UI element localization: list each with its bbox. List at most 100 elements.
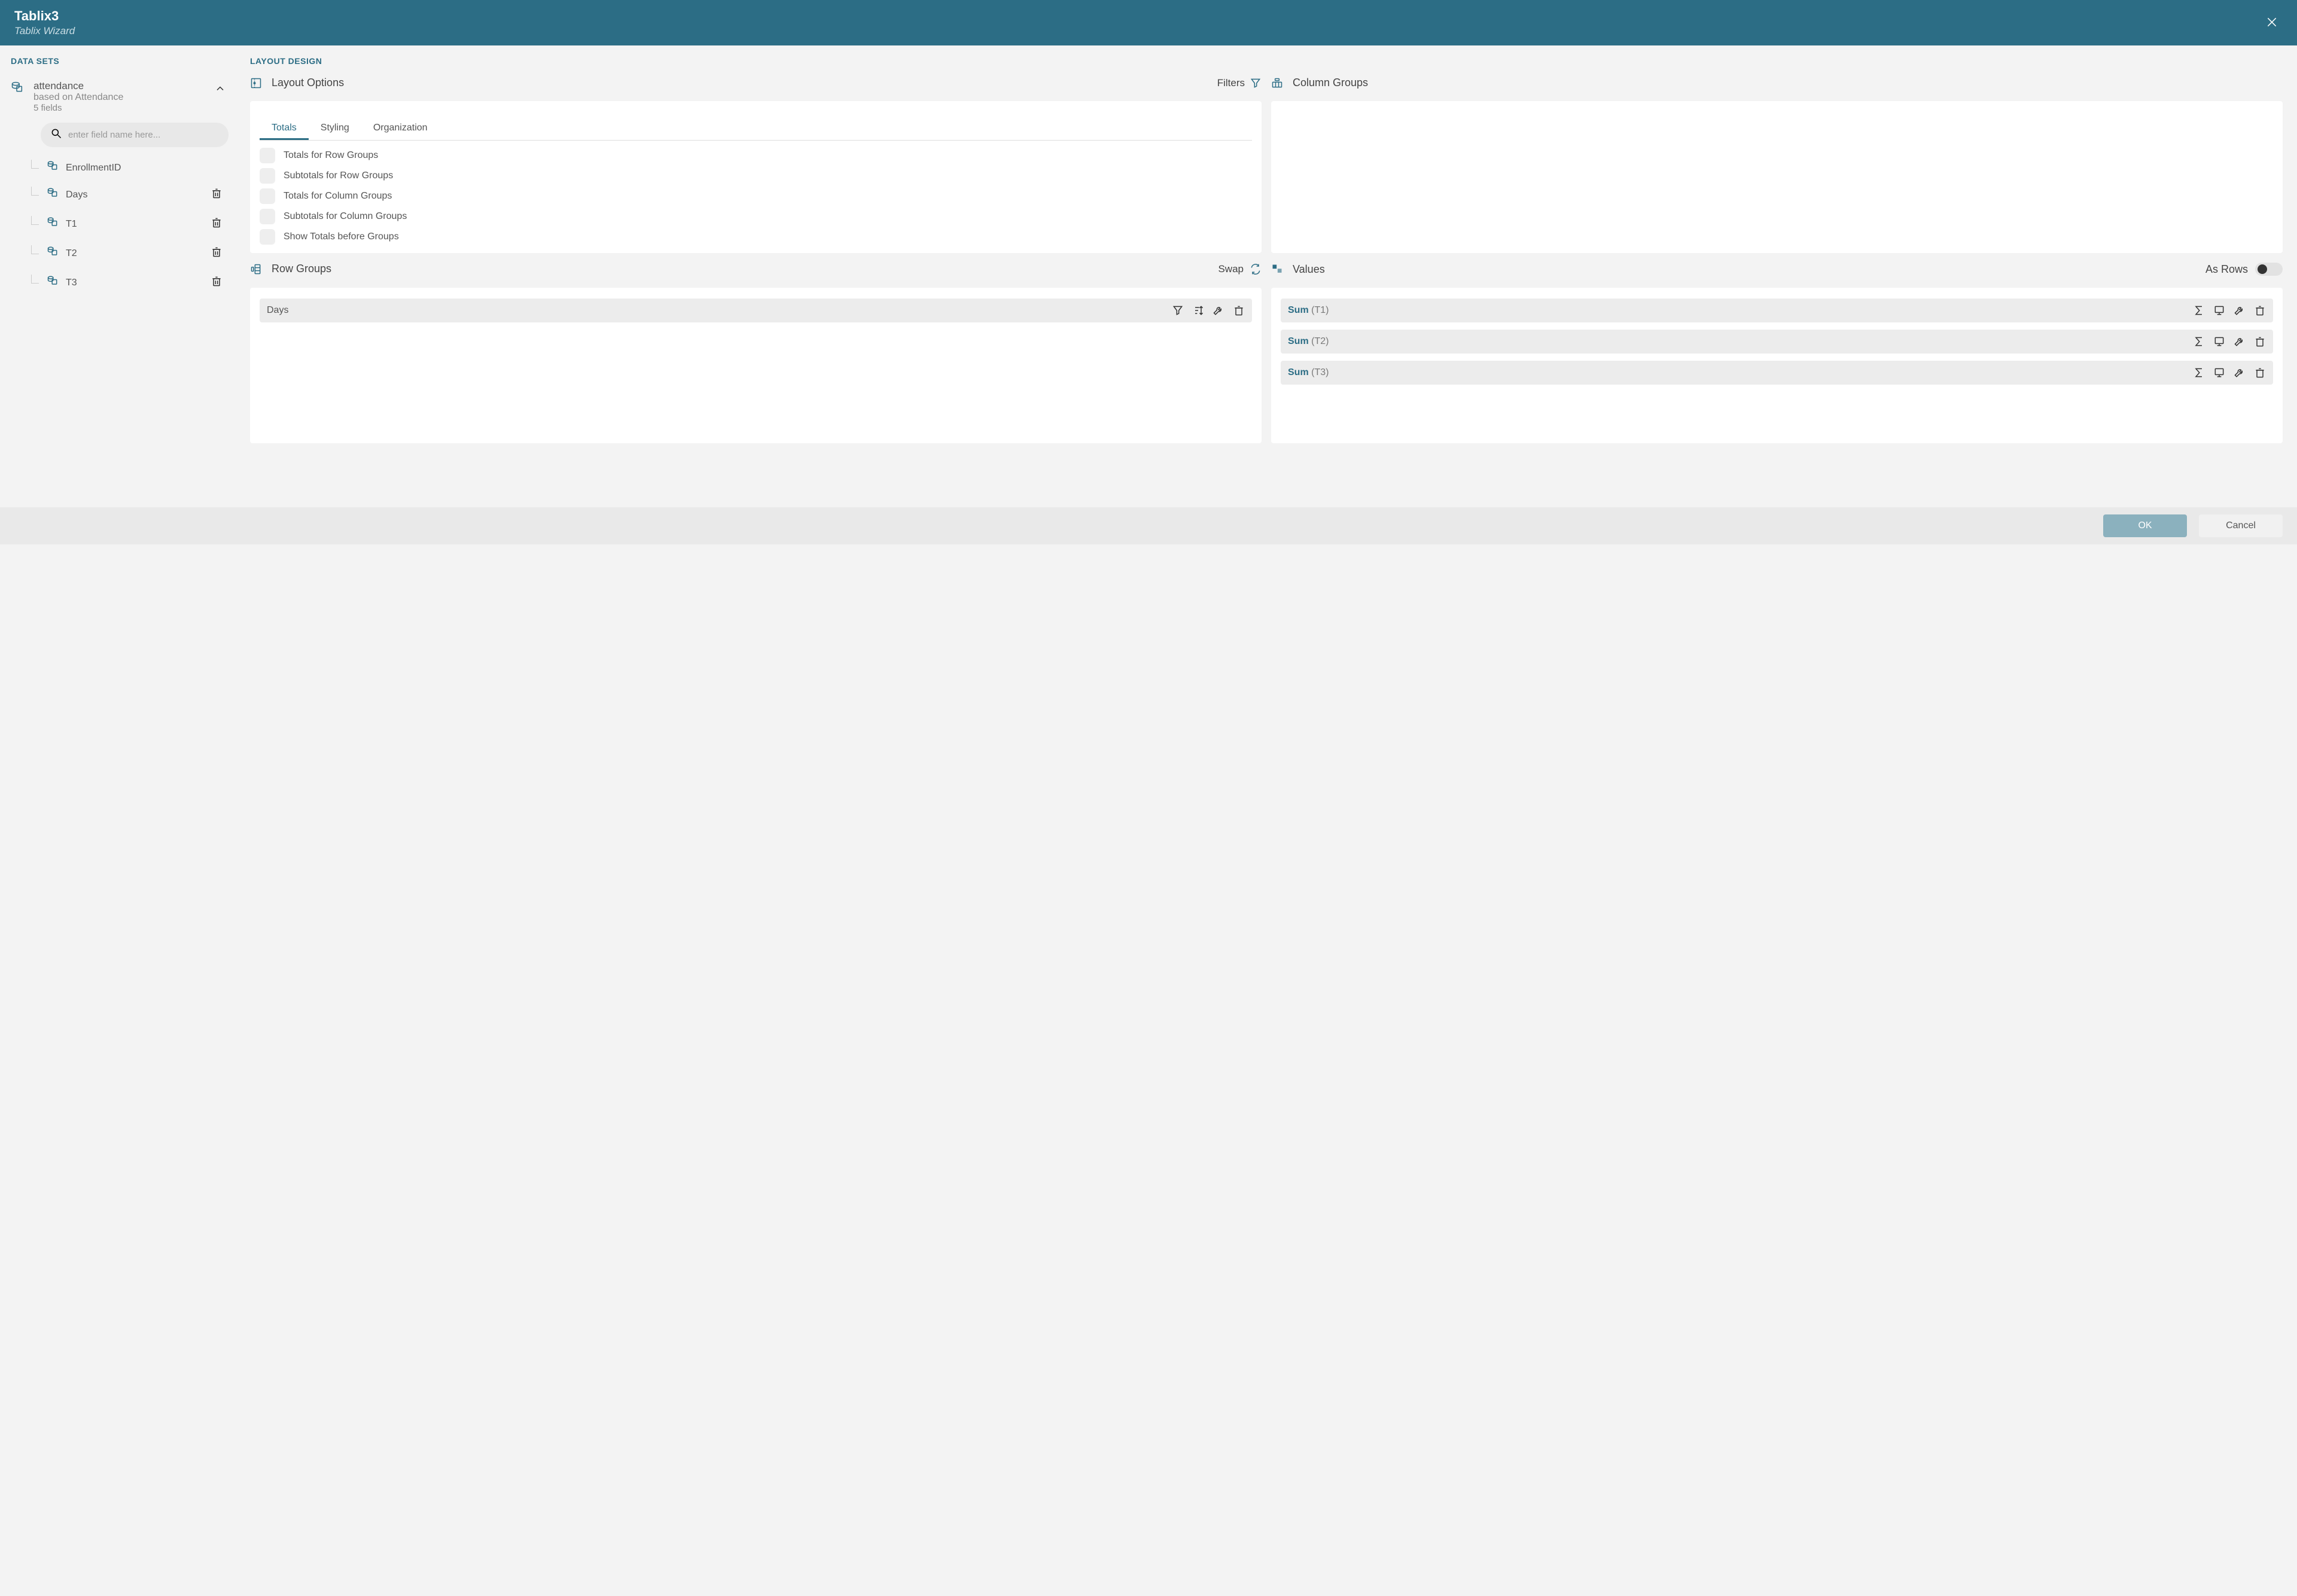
trash-icon[interactable] (2254, 304, 2266, 316)
layout-design-area: LAYOUT DESIGN Layout Options Filters (239, 45, 2297, 507)
presentation-icon[interactable] (2213, 367, 2225, 379)
field-icon (47, 160, 60, 175)
field-icon (47, 246, 60, 261)
as-rows-toggle[interactable] (2255, 263, 2283, 276)
field-item[interactable]: EnrollmentID (11, 156, 229, 180)
tab-organization[interactable]: Organization (361, 118, 440, 140)
check-subtotals-column-groups[interactable]: Subtotals for Column Groups (260, 209, 1252, 224)
dataset-field-count: 5 fields (33, 103, 123, 113)
field-label: T3 (66, 278, 77, 288)
close-icon[interactable] (2261, 11, 2283, 35)
presentation-icon[interactable] (2213, 336, 2225, 348)
checkbox[interactable] (260, 188, 275, 204)
field-item[interactable]: Days (11, 180, 229, 209)
value-item[interactable]: Sum (T1) (1281, 299, 2273, 322)
value-label: Sum (T2) (1288, 336, 2185, 347)
dialog-title: Tablix3 (14, 8, 75, 24)
wrench-icon[interactable] (2234, 367, 2246, 379)
datasets-title: DATA SETS (11, 56, 229, 66)
main-area: DATA SETS attendance based on Attendance… (0, 45, 2297, 507)
field-icon (47, 187, 60, 202)
header-titles: Tablix3 Tablix Wizard (14, 8, 75, 37)
dialog-footer: OK Cancel (0, 507, 2297, 544)
row-groups-panel[interactable]: Days (250, 288, 1262, 443)
values-icon (1271, 263, 1285, 275)
search-icon (50, 127, 62, 142)
values-panel[interactable]: Sum (T1) Sum (T2) Sum (T3) (1271, 288, 2283, 443)
value-item[interactable]: Sum (T2) (1281, 330, 2273, 354)
dialog-header: Tablix3 Tablix Wizard (0, 0, 2297, 45)
datasets-sidebar: DATA SETS attendance based on Attendance… (0, 45, 239, 507)
field-item[interactable]: T1 (11, 209, 229, 239)
field-item[interactable]: T2 (11, 239, 229, 268)
field-search[interactable] (41, 123, 229, 147)
tree-line (11, 190, 47, 199)
field-list: EnrollmentID Days T1 T2 (11, 156, 229, 297)
field-item[interactable]: T3 (11, 268, 229, 297)
layout-options-tabs: Totals Styling Organization (260, 118, 1252, 141)
checkbox[interactable] (260, 148, 275, 163)
trash-icon[interactable] (208, 273, 225, 293)
trash-icon[interactable] (208, 243, 225, 263)
checkbox[interactable] (260, 209, 275, 224)
field-search-input[interactable] (68, 130, 219, 140)
column-groups-panel[interactable] (1271, 101, 2283, 253)
as-rows-label: As Rows (2205, 263, 2248, 276)
checkbox[interactable] (260, 168, 275, 184)
trash-icon[interactable] (208, 185, 225, 205)
column-groups-heading: Column Groups (1293, 77, 1368, 89)
dataset-name: attendance (33, 80, 123, 92)
trash-icon[interactable] (2254, 336, 2266, 348)
tree-line (11, 278, 47, 287)
check-label: Subtotals for Column Groups (284, 211, 407, 222)
check-totals-row-groups[interactable]: Totals for Row Groups (260, 148, 1252, 163)
tab-styling[interactable]: Styling (309, 118, 361, 140)
presentation-icon[interactable] (2213, 304, 2225, 316)
row-group-item[interactable]: Days (260, 299, 1252, 322)
field-icon (47, 217, 60, 232)
value-item[interactable]: Sum (T3) (1281, 361, 2273, 385)
wrench-icon[interactable] (2234, 304, 2246, 316)
values-heading: Values (1293, 263, 1325, 276)
check-label: Show Totals before Groups (284, 232, 399, 242)
checkbox[interactable] (260, 229, 275, 245)
layout-options-panel: Totals Styling Organization Totals for R… (250, 101, 1262, 253)
layout-options-icon (250, 77, 264, 89)
column-groups-icon (1271, 77, 1285, 89)
cancel-button[interactable]: Cancel (2199, 514, 2283, 537)
sigma-icon[interactable] (2193, 304, 2205, 316)
wrench-icon[interactable] (2234, 336, 2246, 348)
sigma-icon[interactable] (2193, 367, 2205, 379)
row-groups-heading: Row Groups (272, 263, 331, 275)
trash-icon[interactable] (2254, 367, 2266, 379)
swap-button[interactable]: Swap (1218, 263, 1262, 275)
column-groups-header: Column Groups (1271, 77, 2283, 92)
field-icon (47, 275, 60, 290)
sort-icon[interactable] (1192, 304, 1204, 316)
check-label: Totals for Row Groups (284, 150, 378, 161)
check-subtotals-row-groups[interactable]: Subtotals for Row Groups (260, 168, 1252, 184)
layout-options-heading: Layout Options (272, 77, 344, 89)
field-label: T2 (66, 248, 77, 259)
totals-options: Totals for Row Groups Subtotals for Row … (260, 148, 1252, 245)
sigma-icon[interactable] (2193, 336, 2205, 348)
filters-button[interactable]: Filters (1217, 77, 1262, 89)
tab-totals[interactable]: Totals (260, 118, 309, 140)
dataset-info: attendance based on Attendance 5 fields (33, 80, 229, 113)
trash-icon[interactable] (208, 214, 225, 234)
field-label: T1 (66, 219, 77, 230)
value-label: Sum (T1) (1288, 305, 2185, 316)
field-label: Days (66, 190, 87, 200)
chevron-up-icon[interactable] (212, 80, 229, 100)
trash-icon[interactable] (1233, 304, 1245, 316)
check-totals-column-groups[interactable]: Totals for Column Groups (260, 188, 1252, 204)
dataset-icon (11, 81, 25, 113)
value-label: Sum (T3) (1288, 367, 2185, 378)
check-totals-before-groups[interactable]: Show Totals before Groups (260, 229, 1252, 245)
filter-icon[interactable] (1172, 304, 1184, 316)
dataset-source: based on Attendance (33, 92, 123, 103)
ok-button[interactable]: OK (2103, 514, 2187, 537)
wrench-icon[interactable] (1213, 304, 1224, 316)
filter-icon (1250, 77, 1262, 89)
dataset-item[interactable]: attendance based on Attendance 5 fields (11, 80, 229, 113)
